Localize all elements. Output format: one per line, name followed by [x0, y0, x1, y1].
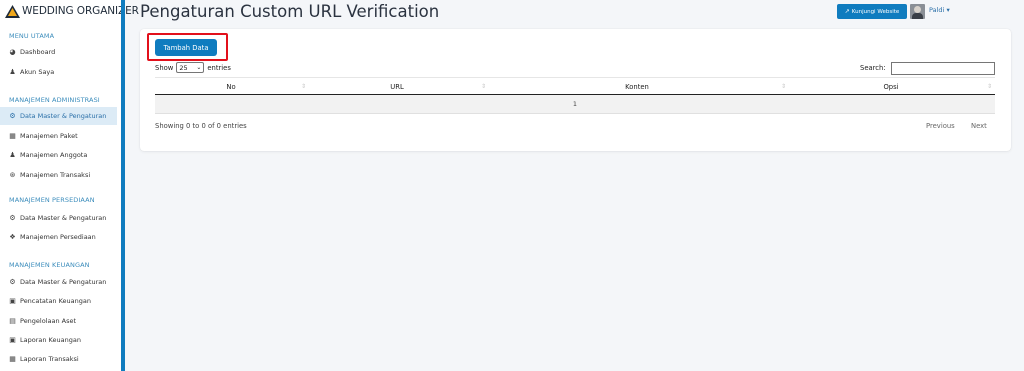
sidebar-item-label: Pengelolaan Aset	[20, 317, 77, 325]
sidebar-item-manajemen-anggota[interactable]: ♟ Manajemen Anggota	[0, 146, 117, 164]
sort-icon: ⇕	[987, 83, 993, 90]
sidebar: WEDDING ORGANIZER MENU UTAMA ◕ Dashboard…	[0, 0, 139, 371]
caret-down-icon: ▾	[946, 6, 950, 14]
dashboard-icon: ◕	[9, 48, 16, 56]
sidebar-item-label: Manajemen Anggota	[20, 151, 88, 159]
menu-header-main: MENU UTAMA	[9, 32, 55, 40]
visit-website-label: Kunjungi Website	[851, 8, 900, 15]
cogs-icon: ⚙	[9, 278, 16, 286]
menu-header-keuangan: MANAJEMEN KEUANGAN	[9, 261, 90, 269]
menu-header-administrasi: MANAJEMEN ADMINISTRASI	[9, 96, 100, 104]
column-label: Opsi	[883, 82, 899, 91]
sidebar-item-dashboard[interactable]: ◕ Dashboard	[0, 43, 117, 61]
money-icon: ▣	[9, 336, 16, 344]
sidebar-item-label: Akun Saya	[20, 68, 55, 76]
search-input[interactable]	[891, 62, 995, 75]
next-page-button[interactable]: Next	[971, 122, 987, 130]
sidebar-item-label: Data Master & Pengaturan	[20, 112, 107, 120]
table-info: Showing 0 to 0 of 0 entries	[155, 122, 247, 130]
column-label: No	[226, 82, 236, 91]
column-header-no[interactable]: No	[155, 78, 307, 95]
column-label: Konten	[625, 82, 649, 91]
sidebar-item-label: Data Master & Pengaturan	[20, 278, 107, 286]
show-suffix: entries	[207, 63, 231, 72]
cogs-icon: ⚙	[9, 112, 16, 120]
page-title: Pengaturan Custom URL Verification	[140, 2, 440, 21]
sidebar-item-laporan-transaksi[interactable]: ▦ Laporan Transaksi	[0, 350, 117, 368]
sidebar-item-label: Manajemen Paket	[20, 132, 78, 140]
sort-icon: ⇕	[481, 83, 487, 90]
visit-website-button[interactable]: ↗ Kunjungi Website	[837, 4, 907, 19]
sidebar-item-label: Pencatatan Keuangan	[20, 297, 92, 305]
show-prefix: Show	[155, 63, 174, 72]
avatar[interactable]	[910, 4, 925, 19]
sidebar-item-label: Manajemen Persediaan	[20, 233, 96, 241]
user-icon: ♟	[9, 68, 16, 76]
avatar-head	[914, 6, 921, 13]
user-menu[interactable]: Paldi ▾	[929, 6, 950, 14]
sidebar-border	[121, 0, 125, 371]
table-row: 1	[155, 95, 995, 114]
users-icon: ♟	[9, 151, 16, 159]
sidebar-item-persediaan-master[interactable]: ⚙ Data Master & Pengaturan	[0, 209, 117, 227]
sidebar-item-label: Laporan Keuangan	[20, 336, 81, 344]
user-name: Paldi	[929, 6, 945, 14]
sidebar-item-label: Data Master & Pengaturan	[20, 214, 107, 222]
entries-length: Show 25 ⌄ entries	[155, 62, 231, 73]
sidebar-item-manajemen-transaksi[interactable]: ⊛ Manajemen Transaksi	[0, 166, 117, 184]
column-header-opsi[interactable]: Opsi	[787, 78, 995, 95]
external-link-icon: ↗	[844, 8, 850, 15]
sidebar-item-manajemen-paket[interactable]: ▦ Manajemen Paket	[0, 127, 117, 145]
avatar-body	[912, 13, 923, 19]
page-size-select[interactable]: 25 ⌄	[176, 62, 205, 73]
logo-icon	[5, 4, 20, 18]
sidebar-item-admin-master[interactable]: ⚙ Data Master & Pengaturan	[0, 107, 117, 125]
add-data-button[interactable]: Tambah Data	[155, 39, 217, 56]
sidebar-item-laporan-keuangan[interactable]: ▣ Laporan Keuangan	[0, 331, 117, 349]
sidebar-item-label: Laporan Transaksi	[20, 355, 79, 363]
chevron-down-icon: ⌄	[196, 64, 202, 71]
menu-header-persediaan: MANAJEMEN PERSEDIAAN	[9, 196, 95, 204]
table-header: No ⇕ URL ⇕ Konten ⇕ Opsi ⇕	[155, 77, 995, 95]
brand[interactable]: WEDDING ORGANIZER	[5, 3, 139, 19]
book-icon: ▦	[9, 355, 16, 363]
column-header-konten[interactable]: Konten	[487, 78, 787, 95]
sidebar-item-label: Manajemen Transaksi	[20, 171, 91, 179]
sidebar-item-pengelolaan-aset[interactable]: ▤ Pengelolaan Aset	[0, 312, 117, 330]
sidebar-item-label: Dashboard	[20, 48, 56, 56]
search-label: Search:	[860, 64, 886, 72]
cogs-icon: ⚙	[9, 214, 16, 222]
money-icon: ▣	[9, 297, 16, 305]
data-table: No ⇕ URL ⇕ Konten ⇕ Opsi ⇕ 1	[155, 77, 995, 114]
sidebar-item-pencatatan-keuangan[interactable]: ▣ Pencatatan Keuangan	[0, 292, 117, 310]
sidebar-item-keuangan-master[interactable]: ⚙ Data Master & Pengaturan	[0, 273, 117, 291]
column-label: URL	[390, 82, 404, 91]
sidebar-item-akun-saya[interactable]: ♟ Akun Saya	[0, 63, 117, 81]
sort-icon: ⇕	[301, 83, 307, 90]
cart-icon: ⊛	[9, 171, 16, 179]
page-size-value: 25	[179, 63, 188, 72]
cubes-icon: ❖	[9, 233, 16, 241]
hdd-icon: ▤	[9, 317, 16, 325]
sort-icon: ⇕	[781, 83, 787, 90]
previous-page-button[interactable]: Previous	[926, 122, 955, 130]
sidebar-item-manajemen-persediaan[interactable]: ❖ Manajemen Persediaan	[0, 228, 117, 246]
book-icon: ▦	[9, 132, 16, 140]
column-header-url[interactable]: URL	[307, 78, 487, 95]
table-cell: 1	[572, 100, 578, 108]
